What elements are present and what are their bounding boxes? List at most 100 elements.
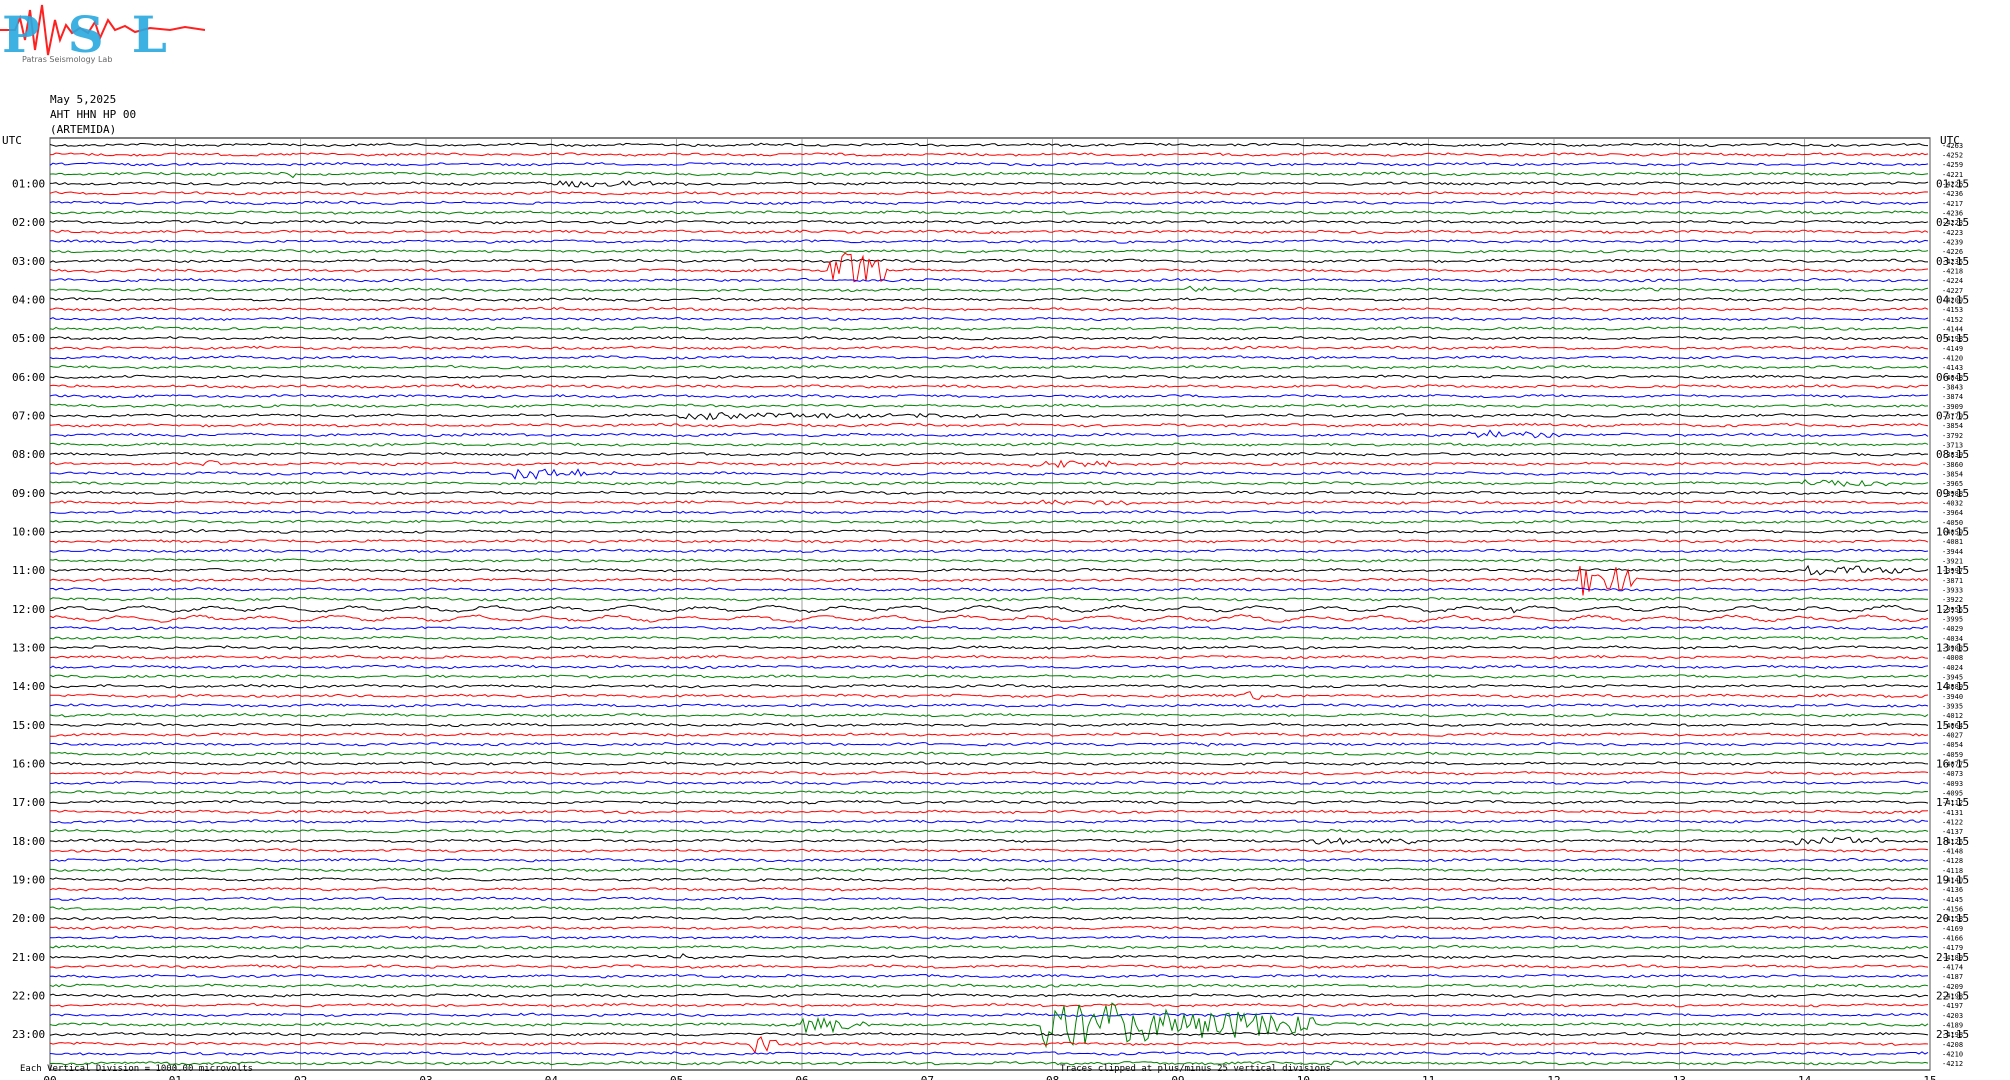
seismic-trace xyxy=(49,993,1929,998)
left-hour-label: 06:00 xyxy=(12,371,45,384)
helicorder-chart: 00010203040506070809101112131415TIME (MI… xyxy=(2,134,1969,1080)
trace-offset-label: -3933 xyxy=(1942,587,1963,595)
seismic-trace xyxy=(49,1002,1929,1049)
seismic-traces xyxy=(49,142,1929,1066)
seismic-trace xyxy=(49,635,1929,641)
right-hour-label: 10:15 xyxy=(1936,526,1969,539)
trace-offset-label: -3995 xyxy=(1942,616,1963,624)
seismic-trace xyxy=(49,836,1929,846)
seismic-trace xyxy=(49,1060,1929,1066)
trace-offset-label: -4128 xyxy=(1942,857,1963,865)
seismic-trace xyxy=(49,973,1929,979)
trace-offset-label: -4217 xyxy=(1942,200,1963,208)
trace-offset-label: -4145 xyxy=(1942,896,1963,904)
left-hour-label: 18:00 xyxy=(12,835,45,848)
seismic-trace xyxy=(49,654,1929,660)
left-hour-label: 11:00 xyxy=(12,564,45,577)
seismic-trace xyxy=(49,645,1929,650)
trace-offset-label: -4149 xyxy=(1942,345,1963,353)
left-hour-label: 01:00 xyxy=(12,178,45,191)
left-hour-label: 12:00 xyxy=(12,603,45,616)
trace-offset-label: -4136 xyxy=(1942,886,1963,894)
seismic-trace xyxy=(49,190,1929,196)
seismic-trace xyxy=(49,906,1929,911)
seismic-trace xyxy=(49,451,1929,457)
seismic-trace xyxy=(49,809,1929,815)
x-tick-label: 00 xyxy=(43,1074,56,1080)
seismic-trace xyxy=(49,248,1929,254)
left-hour-label: 21:00 xyxy=(12,951,45,964)
seismic-trace xyxy=(49,479,1929,488)
seismic-trace xyxy=(50,691,1929,700)
seismic-trace xyxy=(49,374,1929,380)
trace-offset-label: -4224 xyxy=(1942,277,1963,285)
seismic-trace xyxy=(49,1002,1929,1008)
seismic-trace xyxy=(49,770,1929,776)
left-hour-label: 19:00 xyxy=(12,874,45,887)
seismic-trace xyxy=(49,459,1929,469)
seismic-trace xyxy=(49,442,1929,447)
seismic-trace xyxy=(49,604,1929,614)
left-hour-label: 08:00 xyxy=(12,448,45,461)
trace-offset-label: -4122 xyxy=(1942,819,1963,827)
trace-offset-label: -4148 xyxy=(1942,848,1963,856)
seismic-trace xyxy=(49,819,1929,824)
x-tick-label: 13 xyxy=(1673,1074,1686,1080)
seismic-trace xyxy=(49,1012,1929,1018)
left-hour-label: 07:00 xyxy=(12,410,45,423)
seismic-trace xyxy=(49,393,1929,399)
right-hour-label: 19:15 xyxy=(1936,874,1969,887)
trace-offset-label: -4120 xyxy=(1942,355,1963,363)
right-hour-label: 07:15 xyxy=(1936,410,1969,423)
trace-offset-label: -3860 xyxy=(1942,461,1963,469)
right-hour-label: 22:15 xyxy=(1936,990,1969,1003)
trace-offset-label: -4259 xyxy=(1942,161,1963,169)
seismic-trace xyxy=(49,152,1929,157)
left-hour-label: 14:00 xyxy=(12,680,45,693)
seismic-trace xyxy=(49,925,1929,930)
right-hour-label: 23:15 xyxy=(1936,1028,1969,1041)
left-hour-label: 17:00 xyxy=(12,796,45,809)
right-hour-label: 09:15 xyxy=(1936,487,1969,500)
seismic-trace xyxy=(49,180,1929,188)
x-tick-label: 10 xyxy=(1297,1074,1310,1080)
trace-offset-label: -4166 xyxy=(1942,935,1963,943)
seismic-trace xyxy=(49,403,1929,409)
x-tick-label: 11 xyxy=(1422,1074,1435,1080)
left-hour-label: 22:00 xyxy=(12,990,45,1003)
seismic-trace xyxy=(49,519,1929,525)
right-hour-label: 20:15 xyxy=(1936,912,1969,925)
left-hour-label: 04:00 xyxy=(12,294,45,307)
left-utc-title: UTC xyxy=(2,134,22,147)
seismic-trace xyxy=(49,326,1929,331)
trace-offset-label: -4032 xyxy=(1942,500,1963,508)
seismic-trace xyxy=(50,935,1929,940)
x-tick-label: 05 xyxy=(670,1074,683,1080)
trace-offset-label: -4223 xyxy=(1942,229,1963,237)
trace-offset-label: -4252 xyxy=(1942,152,1963,160)
seismic-trace xyxy=(49,683,1929,689)
trace-offset-label: -3940 xyxy=(1942,693,1963,701)
seismic-trace xyxy=(50,867,1929,872)
seismic-trace xyxy=(49,1036,1929,1054)
trace-offset-label: -3854 xyxy=(1942,471,1963,479)
right-hour-label: 01:15 xyxy=(1936,178,1969,191)
x-tick-label: 08 xyxy=(1046,1074,1059,1080)
trace-offset-label: -3792 xyxy=(1942,432,1963,440)
seismic-trace xyxy=(49,741,1929,747)
seismic-trace xyxy=(49,336,1929,341)
right-hour-label: 04:15 xyxy=(1936,294,1969,307)
time-gridlines xyxy=(49,137,1931,1071)
trace-offset-label: -4024 xyxy=(1942,664,1963,672)
left-hour-label: 13:00 xyxy=(12,642,45,655)
trace-offset-label: -4027 xyxy=(1942,732,1963,740)
seismic-trace xyxy=(49,722,1929,728)
left-hour-label: 16:00 xyxy=(12,758,45,771)
right-hour-label: 17:15 xyxy=(1936,796,1969,809)
seismic-trace xyxy=(49,915,1929,921)
seismic-trace xyxy=(49,964,1929,969)
seismic-trace xyxy=(49,258,1928,264)
seismic-trace xyxy=(49,383,1929,389)
x-tick-label: 04 xyxy=(545,1074,559,1080)
left-hour-label: 23:00 xyxy=(12,1028,45,1041)
